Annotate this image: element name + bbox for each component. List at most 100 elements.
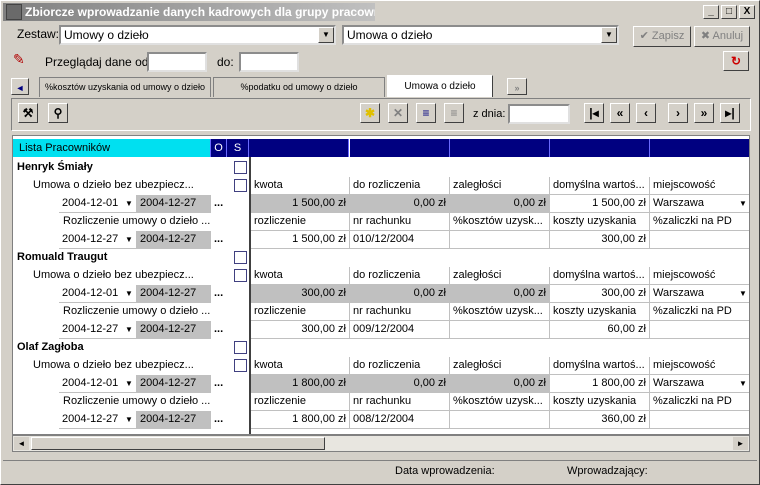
date-to[interactable]: 2004-12-27: [137, 195, 211, 213]
close-button[interactable]: X: [739, 5, 755, 19]
employee-name[interactable]: Romuald Traugut: [17, 249, 107, 266]
scroll-left-icon[interactable]: ◄: [14, 437, 29, 450]
amount-value[interactable]: 1 500,00 zł: [251, 195, 350, 213]
chevron-down-icon[interactable]: ▼: [125, 231, 133, 248]
settle-date-to[interactable]: 2004-12-27: [137, 411, 211, 429]
chevron-down-icon[interactable]: ▼: [318, 27, 334, 43]
new-button[interactable]: ✱: [360, 103, 380, 123]
amount-value[interactable]: 300,00 zł: [251, 285, 350, 303]
tabs-next-button[interactable]: »: [507, 78, 527, 95]
contract-checkbox[interactable]: [234, 359, 247, 372]
header-employee-list[interactable]: Lista Pracowników: [13, 139, 211, 157]
cancel-button[interactable]: ✖ Anuluj: [694, 26, 750, 47]
tab-koszty[interactable]: %kosztów uzyskania od umowy o dzieło: [39, 77, 211, 97]
settlement-value[interactable]: 1 800,00 zł: [251, 411, 350, 429]
refresh-button[interactable]: ↻: [723, 51, 749, 71]
amount-value[interactable]: 0,00 zł: [450, 375, 550, 393]
contract-checkbox[interactable]: [234, 179, 247, 192]
select-checkbox[interactable]: [234, 341, 247, 354]
invoice-number[interactable]: 010/12/2004: [350, 231, 450, 249]
zestaw-select[interactable]: Umowy o dzieło ▼: [59, 25, 336, 45]
more-button[interactable]: ...: [214, 321, 223, 338]
advance-percent-value[interactable]: [650, 231, 749, 249]
more-button[interactable]: ...: [214, 285, 223, 302]
next-page-button[interactable]: »: [694, 103, 714, 123]
advance-percent-value[interactable]: [650, 411, 749, 429]
settle-date-to[interactable]: 2004-12-27: [137, 231, 211, 249]
tab-umowa[interactable]: Umowa o dzieło: [387, 75, 493, 97]
search-button[interactable]: ⚲: [48, 103, 68, 123]
cost-percent-value[interactable]: [450, 231, 550, 249]
more-button[interactable]: ...: [214, 231, 223, 248]
date-to[interactable]: 2004-12-27: [137, 375, 211, 393]
contract-name[interactable]: Umowa o dzieło bez ubezpiecz...: [33, 357, 194, 374]
cost-percent-value[interactable]: [450, 321, 550, 339]
chevron-down-icon[interactable]: ▼: [125, 411, 133, 428]
tabs-prev-button[interactable]: ◄: [11, 78, 29, 95]
amount-value[interactable]: 0,00 zł: [350, 195, 450, 213]
chevron-down-icon[interactable]: ▼: [739, 195, 747, 212]
select-checkbox[interactable]: [234, 251, 247, 264]
scroll-right-icon[interactable]: ►: [733, 437, 748, 450]
invoice-number[interactable]: 008/12/2004: [350, 411, 450, 429]
amount-value[interactable]: 0,00 zł: [450, 285, 550, 303]
employee-name[interactable]: Olaf Zagłoba: [17, 339, 84, 356]
employee-name[interactable]: Henryk Śmiały: [17, 159, 93, 176]
next-button[interactable]: ›: [668, 103, 688, 123]
cost-percent-value[interactable]: [450, 411, 550, 429]
chevron-down-icon[interactable]: ▼: [125, 321, 133, 338]
chevron-down-icon[interactable]: ▼: [125, 285, 133, 302]
advance-percent-value[interactable]: [650, 321, 749, 339]
chevron-down-icon[interactable]: ▼: [125, 195, 133, 212]
cost-value[interactable]: 360,00 zł: [550, 411, 650, 429]
z-dnia-input[interactable]: [508, 104, 570, 124]
chevron-down-icon[interactable]: ▼: [125, 375, 133, 392]
minimize-button[interactable]: _: [703, 5, 719, 19]
chevron-down-icon[interactable]: ▼: [601, 27, 617, 43]
prev-page-button[interactable]: «: [610, 103, 630, 123]
default-value[interactable]: 1 500,00 zł: [550, 195, 650, 213]
invoice-number[interactable]: 009/12/2004: [350, 321, 450, 339]
settlement-name[interactable]: Rozliczenie umowy o dzieło ...: [63, 213, 210, 230]
city-value[interactable]: Warszawa: [650, 285, 749, 303]
settlement-value[interactable]: 300,00 zł: [251, 321, 350, 339]
select-checkbox[interactable]: [234, 161, 247, 174]
settlement-name[interactable]: Rozliczenie umowy o dzieło ...: [63, 393, 210, 410]
settlement-name[interactable]: Rozliczenie umowy o dzieło ...: [63, 303, 210, 320]
delete-button[interactable]: ✕: [388, 103, 408, 123]
first-button[interactable]: |◂: [584, 103, 604, 123]
amount-value[interactable]: 0,00 zł: [450, 195, 550, 213]
contract-name[interactable]: Umowa o dzieło bez ubezpiecz...: [33, 267, 194, 284]
maximize-button[interactable]: □: [721, 5, 737, 19]
cost-value[interactable]: 300,00 zł: [550, 231, 650, 249]
settle-date-to[interactable]: 2004-12-27: [137, 321, 211, 339]
tools-button[interactable]: ⚒: [18, 103, 38, 123]
more-button[interactable]: ...: [214, 375, 223, 392]
settlement-value[interactable]: 1 500,00 zł: [251, 231, 350, 249]
contract-type-select[interactable]: Umowa o dzieło ▼: [342, 25, 619, 45]
cost-value[interactable]: 60,00 zł: [550, 321, 650, 339]
tab-podatek[interactable]: %podatku od umowy o dzieło: [213, 77, 385, 97]
contract-checkbox[interactable]: [234, 269, 247, 282]
horizontal-scrollbar[interactable]: ◄ ►: [12, 435, 750, 452]
header-o[interactable]: O: [211, 139, 227, 157]
save-button[interactable]: ✔ Zapisz: [633, 26, 691, 47]
add-row-button[interactable]: ≡: [416, 103, 436, 123]
contract-name[interactable]: Umowa o dzieło bez ubezpiecz...: [33, 177, 194, 194]
more-button[interactable]: ...: [214, 411, 223, 428]
chevron-down-icon[interactable]: ▼: [739, 375, 747, 392]
amount-value[interactable]: 0,00 zł: [350, 285, 450, 303]
city-value[interactable]: Warszawa: [650, 195, 749, 213]
date-from-input[interactable]: [147, 52, 207, 72]
more-button[interactable]: ...: [214, 195, 223, 212]
amount-value[interactable]: 0,00 zł: [350, 375, 450, 393]
date-to-input[interactable]: [239, 52, 299, 72]
default-value[interactable]: 1 800,00 zł: [550, 375, 650, 393]
scroll-thumb[interactable]: [31, 437, 325, 450]
default-value[interactable]: 300,00 zł: [550, 285, 650, 303]
header-s[interactable]: S: [227, 139, 249, 157]
date-to[interactable]: 2004-12-27: [137, 285, 211, 303]
remove-row-button[interactable]: ≡: [444, 103, 464, 123]
amount-value[interactable]: 1 800,00 zł: [251, 375, 350, 393]
last-button[interactable]: ▸|: [720, 103, 740, 123]
